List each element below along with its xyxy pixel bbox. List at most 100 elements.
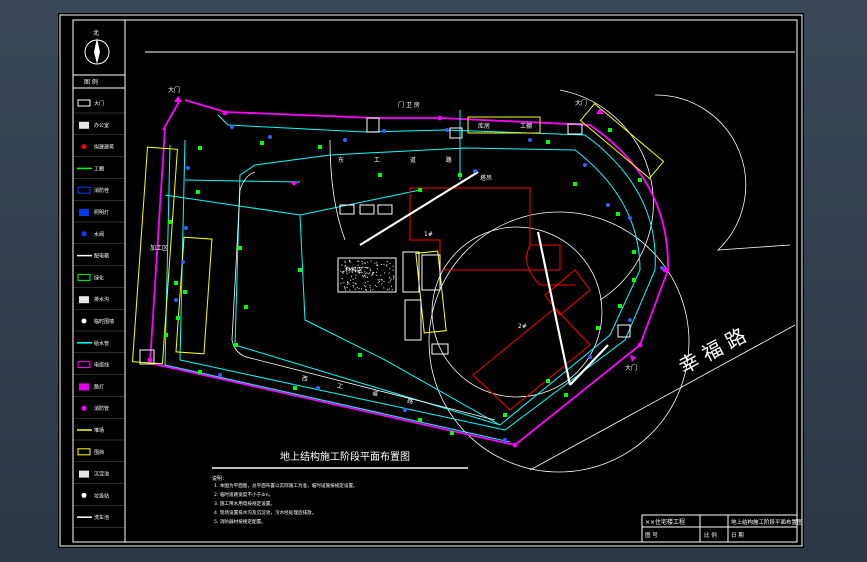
storage-dot xyxy=(392,265,394,267)
storage-dot xyxy=(344,262,346,264)
hydrant-marker xyxy=(606,203,610,207)
storage-dot xyxy=(384,272,386,274)
legend-label: 拟建建筑 xyxy=(94,144,114,151)
storage-dot xyxy=(392,269,394,271)
storage-dot xyxy=(369,287,371,289)
hydrant-marker xyxy=(528,138,532,142)
storage-dot xyxy=(366,267,368,269)
hydrant-marker xyxy=(316,386,320,390)
light-marker xyxy=(318,145,322,149)
storage-dot xyxy=(349,289,351,291)
building-outline-icon xyxy=(81,144,87,150)
note-line: 1. 本图为平面图，总平面布置以实际施工为准，临时设施按规定设置。 xyxy=(214,482,358,489)
storage-dot xyxy=(343,282,345,284)
storage-dot xyxy=(365,286,367,288)
storage-dot xyxy=(341,264,343,266)
crane-label: 塔吊 xyxy=(480,174,492,182)
storage-dot xyxy=(341,271,343,273)
storage-dot xyxy=(389,280,391,282)
light-marker xyxy=(418,188,422,192)
storage-dot xyxy=(365,276,367,278)
storage-dot xyxy=(393,276,395,278)
light-marker xyxy=(616,212,620,216)
storage-dot xyxy=(364,262,366,264)
legend-label: 消防栓 xyxy=(94,187,109,194)
east-road-label: 东 工 道 路 xyxy=(338,156,466,164)
storage-dot xyxy=(364,267,366,268)
legend-label: 配电箱 xyxy=(94,253,109,260)
storage-dot xyxy=(386,260,388,262)
light-marker xyxy=(174,281,178,285)
storage-dot xyxy=(376,275,378,276)
light-marker xyxy=(503,413,507,417)
storage-dot xyxy=(365,289,367,291)
storage-dot xyxy=(375,271,377,273)
light-marker xyxy=(238,246,242,250)
light-marker xyxy=(260,141,264,145)
storage-dot xyxy=(366,272,368,274)
storage-dot xyxy=(389,263,391,265)
storage-dot xyxy=(346,283,348,285)
storage-dot xyxy=(391,289,393,291)
storage-dot xyxy=(344,287,346,289)
storage-dot xyxy=(388,272,390,274)
storage-dot xyxy=(372,273,374,275)
legend-label: 围挡 xyxy=(94,449,104,456)
storage-dot xyxy=(389,267,391,269)
gate-label: 大门 xyxy=(625,364,637,372)
light-marker xyxy=(183,290,187,294)
light-marker xyxy=(608,128,612,132)
storage-dot xyxy=(370,274,372,276)
light-marker xyxy=(164,333,168,337)
legend-label: 堆场 xyxy=(94,427,104,434)
storage-dot xyxy=(352,282,354,284)
pipe-icon xyxy=(81,405,87,411)
storage-dot xyxy=(363,276,365,278)
legend-title: 图 例 xyxy=(84,78,98,86)
drain-icon xyxy=(79,296,89,304)
building-2-label: 2# xyxy=(518,323,527,330)
fence-post xyxy=(147,357,153,363)
storage-dot xyxy=(389,277,391,279)
light-marker xyxy=(378,173,382,177)
site-office-label: 门 卫 房 xyxy=(398,101,420,109)
storage-dot xyxy=(364,271,366,273)
storage-dot xyxy=(342,271,344,273)
storage-dot xyxy=(358,287,360,289)
legend-label: 垃圾站 xyxy=(94,492,109,499)
legend-label: 临时围墙 xyxy=(94,318,114,325)
legend-label: 给水管 xyxy=(94,340,109,347)
light-marker xyxy=(198,146,202,150)
legend-label: 工棚 xyxy=(94,165,104,172)
north-label: 北 xyxy=(93,29,99,37)
storage-dot xyxy=(355,274,357,276)
storage-dot xyxy=(352,284,354,286)
fence-post xyxy=(222,110,228,116)
light-marker xyxy=(293,386,297,390)
storage-dot xyxy=(379,279,381,281)
storage-dot xyxy=(357,260,359,262)
hydrant-marker xyxy=(184,226,188,230)
light-marker xyxy=(298,268,302,272)
hydrant-marker xyxy=(230,125,234,129)
storage-dot xyxy=(361,288,362,290)
fence-post xyxy=(637,342,643,348)
storage-dot xyxy=(341,278,343,279)
legend-label: 排水沟 xyxy=(94,296,109,303)
legend-label: 办公室 xyxy=(94,122,109,129)
legend-label: 电缆线 xyxy=(94,362,109,369)
storage-dot xyxy=(362,263,364,265)
storage-dot xyxy=(390,278,392,280)
legend-label: 洗车池 xyxy=(94,514,109,521)
storage-dot xyxy=(370,260,372,262)
storage-dot xyxy=(354,283,356,284)
storage-dot xyxy=(376,262,378,264)
storage-dot xyxy=(377,282,379,284)
storage-dot xyxy=(344,289,346,291)
storage-dot xyxy=(344,260,346,262)
storage-dot xyxy=(377,265,379,267)
storage-dot xyxy=(392,278,394,280)
gate-label: 大门 xyxy=(168,86,180,94)
storage-dot xyxy=(367,276,368,278)
storage-dot xyxy=(385,265,387,267)
